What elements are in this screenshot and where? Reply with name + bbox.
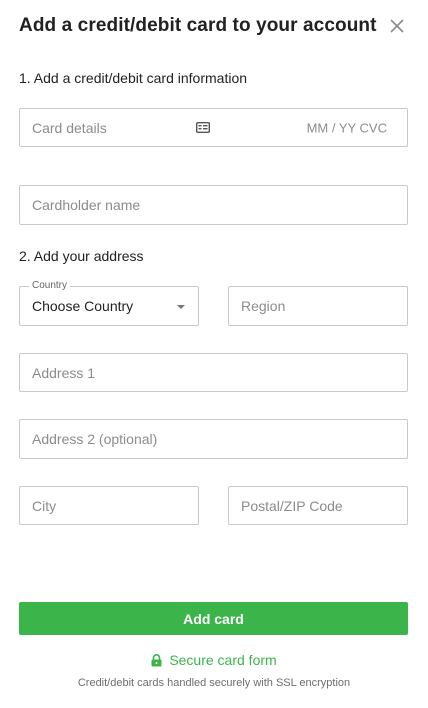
close-button[interactable] [386,15,408,37]
region-placeholder: Region [241,298,286,314]
chevron-down-icon [177,305,185,309]
card-details-placeholder: Card details [32,119,107,136]
section-card-label: 1. Add a credit/debit card information [19,70,248,86]
postal-code-field[interactable]: Postal/ZIP Code [228,486,408,525]
country-value: Choose Country [32,298,134,314]
address1-field[interactable]: Address 1 [19,353,408,392]
region-field[interactable]: Region [228,286,408,326]
cardholder-name-placeholder: Cardholder name [32,197,141,213]
postal-code-placeholder: Postal/ZIP Code [241,497,343,514]
country-legend: Country [29,280,71,292]
address1-placeholder: Address 1 [32,364,96,381]
cardholder-name-field[interactable]: Cardholder name [19,185,408,225]
lock-icon [151,653,162,666]
secure-card-form-label: Secure card form [169,652,277,668]
section-address-label: 2. Add your address [19,248,144,264]
card-icon [196,122,210,133]
address2-field[interactable]: Address 2 (optional) [19,419,408,459]
close-icon [390,19,404,33]
ssl-note: Credit/debit cards handled securely with… [77,677,351,689]
secure-card-form: Secure card form [0,652,428,668]
city-placeholder: City [32,497,57,514]
address2-placeholder: Address 2 (optional) [32,431,158,447]
expiry-cvc-placeholder: MM / YY CVC [306,120,387,135]
dialog-title: Add a credit/debit card to your account [19,15,377,36]
city-field[interactable]: City [19,486,199,525]
card-details-field[interactable]: Card details MM / YY CVC [19,108,408,147]
country-select[interactable]: Country Choose Country [19,280,199,326]
add-card-button[interactable]: Add card [19,602,408,635]
